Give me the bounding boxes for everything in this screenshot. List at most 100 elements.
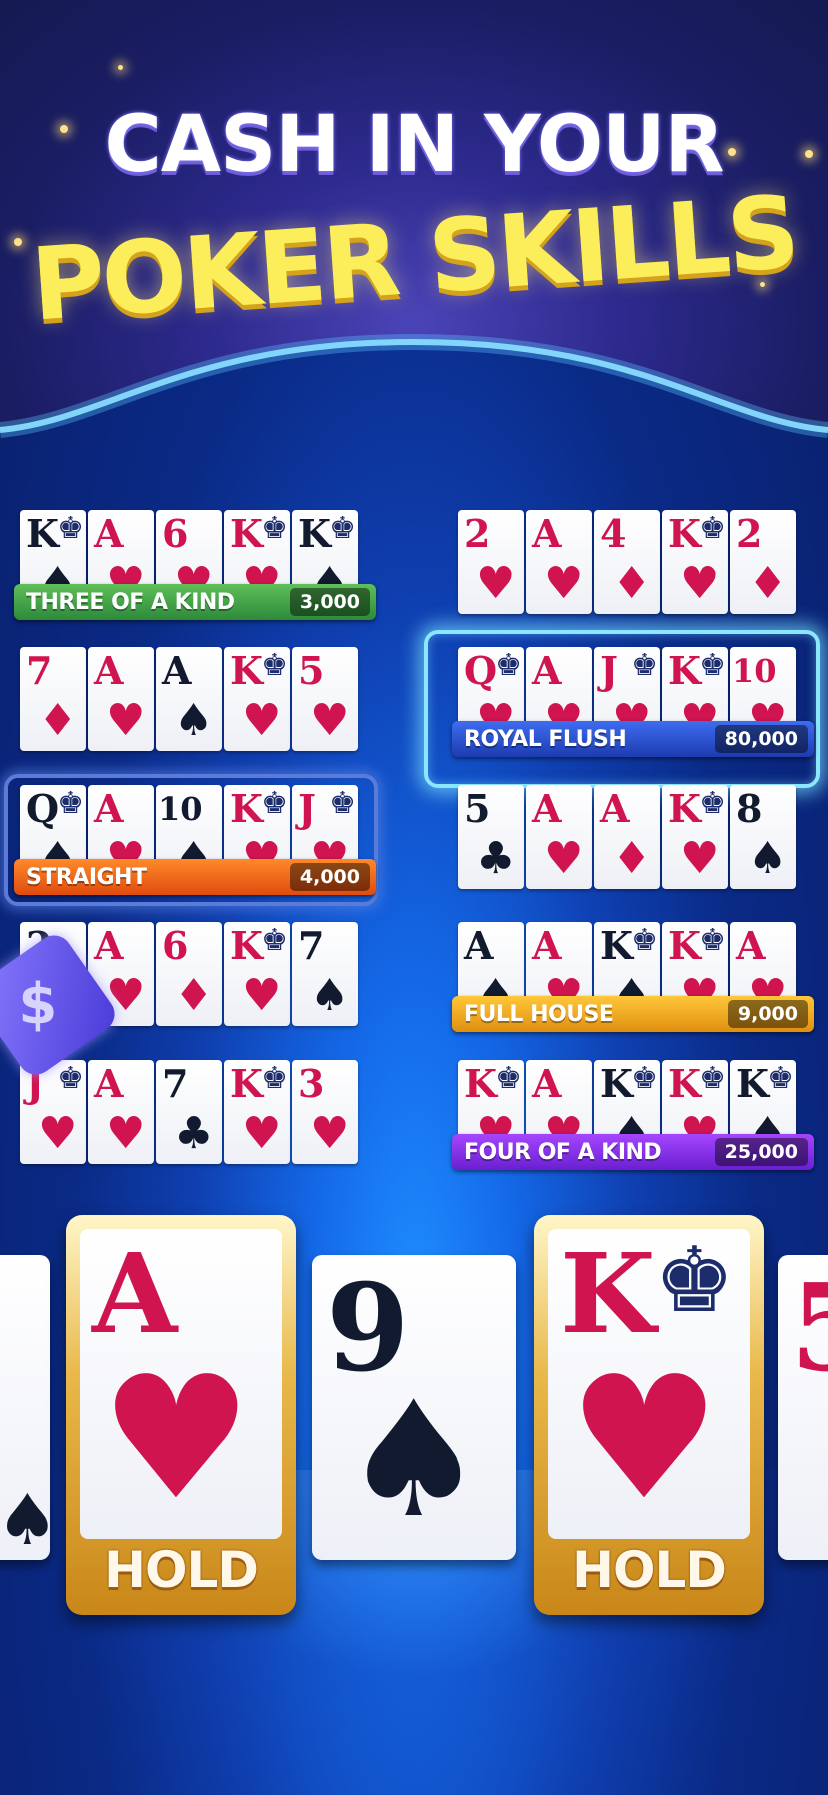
- card-rank: K: [668, 923, 702, 968]
- main-card-2[interactable]: 9 ♠: [312, 1255, 516, 1560]
- held-card-1[interactable]: A ♥ HOLD: [66, 1215, 296, 1615]
- card-rank: K: [230, 648, 264, 693]
- mini-card: K♚ ♥: [224, 647, 290, 751]
- mini-card: K♚ ♥: [662, 510, 728, 614]
- main-card-right-edge[interactable]: 5: [778, 1255, 828, 1560]
- face-card-icon: ♚: [631, 1061, 658, 1096]
- hand-ranking-ribbon: STRAIGHT 4,000: [14, 859, 376, 895]
- card-rank: K: [668, 511, 702, 556]
- card-rank: A: [464, 923, 494, 968]
- face-card-icon: ♚: [699, 648, 726, 683]
- card-rank: 7: [26, 648, 53, 693]
- card-rank: A: [532, 1061, 562, 1106]
- card-rank: A: [600, 786, 630, 831]
- card-face: A ♥: [80, 1229, 282, 1539]
- heart-icon: ♥: [242, 1108, 282, 1159]
- face-card-icon: ♚: [261, 1061, 288, 1096]
- card-rank: A: [532, 786, 562, 831]
- face-card-icon: ♚: [767, 1061, 794, 1096]
- card-rank: A: [532, 648, 562, 693]
- face-card-icon: ♚: [631, 923, 658, 958]
- hand-cards: 7 ♦ A ♥ A ♠ K ♚ ♥ 5 ♥: [20, 647, 366, 751]
- card-rank: A: [532, 511, 562, 556]
- mini-card: 7 ♠: [292, 922, 358, 1026]
- mini-card: A♥: [88, 1060, 154, 1164]
- heart-icon: ♥: [106, 695, 146, 746]
- mini-card: 5 ♥: [292, 647, 358, 751]
- heart-icon: ♥: [544, 833, 584, 884]
- card-rank: K: [230, 1061, 264, 1106]
- mini-card: 2 ♦: [730, 510, 796, 614]
- card-rank: 8: [736, 786, 763, 831]
- face-card-icon: ♚: [699, 923, 726, 958]
- card-rank: 7: [162, 1061, 189, 1106]
- diamond-icon: ♦: [174, 970, 214, 1021]
- hold-button-label: HOLD: [572, 1541, 727, 1599]
- hand-ranking-name: STRAIGHT: [26, 864, 147, 890]
- face-card-icon: ♚: [261, 923, 288, 958]
- card-rank: K: [26, 511, 60, 556]
- face-card-icon: ♚: [57, 1061, 84, 1096]
- card-rank: K: [736, 1061, 770, 1106]
- hand-payout-value: 80,000: [714, 725, 808, 753]
- heart-icon: ♥: [568, 1340, 721, 1538]
- hand-cards: 5 ♣ A ♥ A ♦ K ♚ ♥ 8 ♠: [458, 785, 804, 889]
- card-rank: 6: [162, 511, 189, 556]
- card-rank: A: [94, 1061, 124, 1106]
- heart-icon: ♥: [310, 695, 350, 746]
- paytable-hand: K♚♠A♥6♥K♚♥K♚♠THREE OF A KIND3,000: [14, 510, 376, 630]
- hand-payout-value: 4,000: [289, 863, 370, 891]
- face-card-icon: ♚: [329, 511, 356, 546]
- mini-card: 2 ♥: [458, 510, 524, 614]
- held-card-3[interactable]: K ♚ ♥ HOLD: [534, 1215, 764, 1615]
- card-rank: A: [94, 648, 124, 693]
- spade-icon: ♠: [342, 1366, 486, 1553]
- card-rank: 4: [600, 511, 627, 556]
- card-rank: Q: [26, 786, 60, 831]
- diamond-icon: ♦: [748, 558, 788, 609]
- face-card-icon: ♚: [261, 786, 288, 821]
- card-rank: K: [600, 923, 634, 968]
- mini-card: 7 ♦: [20, 647, 86, 751]
- heart-icon: ♥: [680, 833, 720, 884]
- mini-card: K♚ ♥: [224, 1060, 290, 1164]
- headline-line1: CASH IN YOUR: [104, 100, 724, 190]
- card-rank: K: [668, 1061, 702, 1106]
- face-card-icon: ♚: [699, 511, 726, 546]
- paytable-hand: 5 ♣ A ♥ A ♦ K ♚ ♥ 8 ♠: [458, 785, 804, 905]
- card-rank: K: [464, 1061, 498, 1106]
- paytable-hand: 2 ♥ A ♥ 4 ♦ K ♚ ♥ 2 ♦: [458, 510, 804, 630]
- mini-card: 7 ♣: [156, 1060, 222, 1164]
- hold-button-label: HOLD: [104, 1541, 259, 1599]
- card-rank: A: [736, 923, 766, 968]
- card-rank: A: [162, 648, 192, 693]
- hand-ranking-ribbon: FOUR OF A KIND 25,000: [452, 1134, 814, 1170]
- face-card-icon: ♚: [329, 786, 356, 821]
- mini-card: 8 ♠: [730, 785, 796, 889]
- heart-icon: ♥: [544, 558, 584, 609]
- card-rank: K: [230, 923, 264, 968]
- hand-ranking-ribbon: FULL HOUSE 9,000: [452, 996, 814, 1032]
- heart-icon: ♥: [310, 1108, 350, 1159]
- card-rank: K: [600, 1061, 634, 1106]
- paytable-hand: K♚♥A♥K♚♠K♚♥K♚♠FOUR OF A KIND25,000: [452, 1060, 814, 1180]
- hand-payout-value: 25,000: [714, 1138, 808, 1166]
- card-rank: J: [298, 786, 316, 831]
- face-card-icon: ♚: [495, 648, 522, 683]
- paytable-hand: 7 ♦ A ♥ A ♠ K ♚ ♥ 5 ♥: [20, 647, 366, 767]
- hand-ranking-name: THREE OF A KIND: [26, 589, 235, 615]
- hand-ranking-ribbon: ROYAL FLUSH 80,000: [452, 721, 814, 757]
- mini-card: J♚♥: [20, 1060, 86, 1164]
- card-face: K ♚ ♥: [548, 1229, 750, 1539]
- mini-card: K♚ ♥: [224, 922, 290, 1026]
- hand-cards: J ♚ ♥ A ♥ 7 ♣ K ♚ ♥ 3 ♥: [20, 1060, 366, 1164]
- mini-card: A ♦: [594, 785, 660, 889]
- mini-card: 4 ♦: [594, 510, 660, 614]
- heart-icon: ♥: [106, 1108, 146, 1159]
- heart-icon: ♥: [100, 1340, 253, 1538]
- diamond-icon: ♦: [612, 833, 652, 884]
- spade-icon: ♠: [748, 833, 788, 884]
- main-card-left-edge[interactable]: ♠: [0, 1255, 50, 1560]
- king-face-icon: ♚: [654, 1229, 735, 1333]
- card-rank: 7: [298, 923, 325, 968]
